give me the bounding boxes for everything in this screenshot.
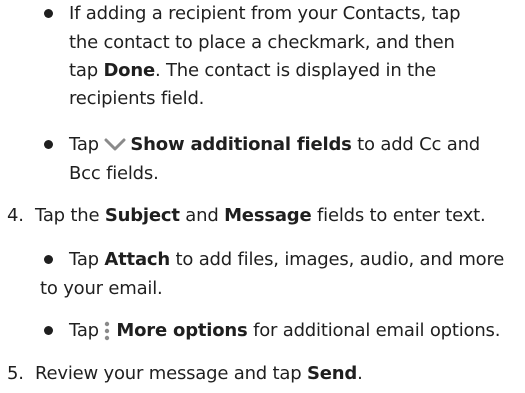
done-term: Done (103, 60, 155, 81)
step-4: 4. (7, 206, 24, 226)
contacts-bullet-line-1: If adding a recipient from your Contacts… (69, 3, 461, 24)
step-5: 5. (7, 364, 24, 384)
step-4-text: Tap the Subject and Message fields to en… (35, 205, 486, 226)
send-term: Send (306, 363, 358, 384)
show-fields-bullet-line-1: Tap Show additional fields to add Cc and (69, 134, 481, 155)
attach-term: Attach (104, 249, 170, 270)
contacts-bullet-line-3: tap Done. The contact is displayed in th… (69, 60, 436, 81)
step-number: 4. (7, 205, 24, 226)
step-number: 5. (7, 363, 24, 384)
show-fields-bullet-line-2: Bcc fields. (69, 163, 159, 184)
chevron-down-icon (104, 138, 126, 151)
contacts-bullet-line-2: the contact to place a checkmark, and th… (69, 32, 455, 53)
message-term: Message (224, 205, 312, 226)
contacts-bullet-line-4: recipients field. (69, 88, 205, 109)
step-5-text: Review your message and tap Send. (35, 363, 363, 384)
manual-page: If adding a recipient from your Contacts… (0, 0, 525, 393)
bullet-dot (44, 9, 53, 18)
more-options-bullet-line: Tap More options for additional email op… (69, 320, 501, 341)
more-options-term: More options (116, 320, 248, 341)
bullet-dot (44, 255, 53, 264)
more-options-icon (105, 321, 110, 341)
attach-bullet-line-1: Tap Attach to add files, images, audio, … (69, 249, 505, 270)
attach-bullet-line-2: to your email. (40, 278, 163, 299)
show-additional-fields-term: Show additional fields (130, 134, 352, 155)
subject-term: Subject (104, 205, 180, 226)
bullet-dot (44, 326, 53, 335)
bullet-dot (44, 140, 53, 149)
